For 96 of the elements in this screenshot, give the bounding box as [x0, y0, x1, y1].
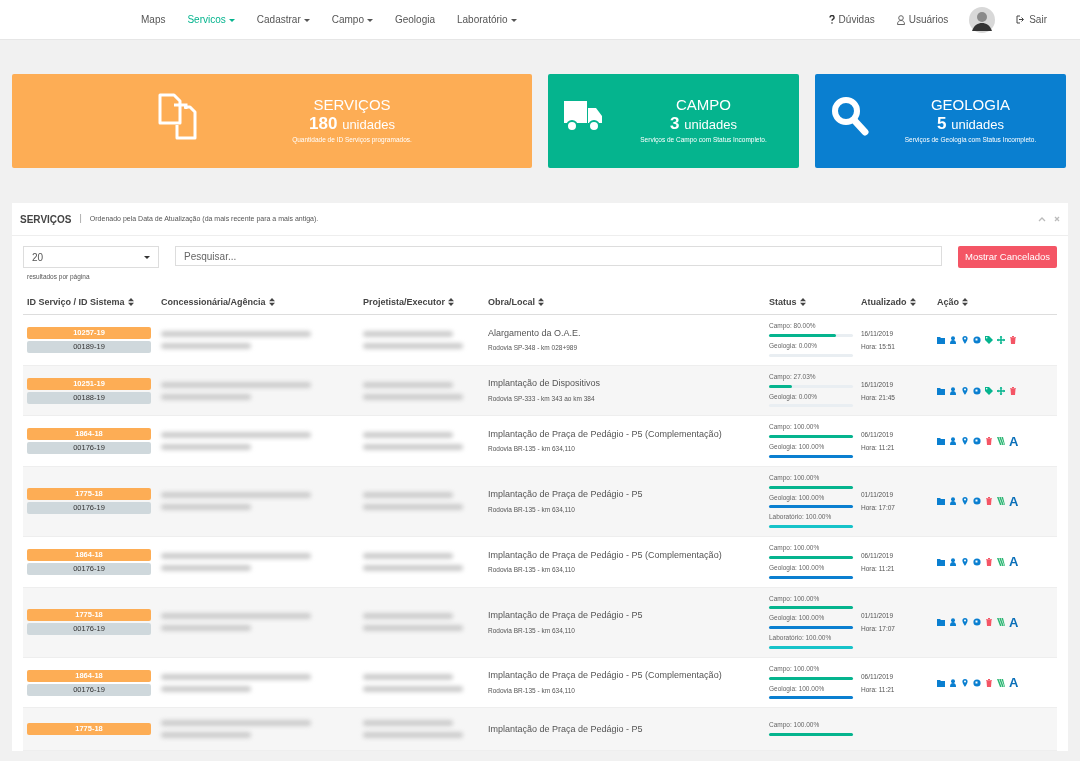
- user-icon[interactable]: [949, 386, 957, 395]
- column-header[interactable]: Projetista/Executor: [359, 287, 484, 315]
- work-title: Alargamento da O.A.E.: [488, 326, 582, 340]
- nav-link[interactable]: Usuários: [885, 12, 960, 27]
- truck-icon: [564, 99, 602, 133]
- stat-title: GEOLOGIA: [929, 96, 1012, 114]
- trash-icon[interactable]: [1009, 336, 1017, 344]
- move-icon[interactable]: [997, 336, 1005, 344]
- folder-icon[interactable]: [937, 618, 945, 627]
- folder-icon[interactable]: [937, 497, 945, 506]
- sort-icon: [268, 297, 275, 306]
- user-icon[interactable]: [949, 437, 957, 445]
- trash-icon[interactable]: [985, 497, 993, 506]
- user-icon[interactable]: [949, 336, 957, 344]
- map-pin-icon[interactable]: [961, 557, 969, 566]
- logout-icon: [1016, 15, 1026, 24]
- folder-icon[interactable]: [937, 678, 945, 687]
- map-pin-icon[interactable]: [961, 386, 969, 395]
- map-pin-icon[interactable]: [961, 336, 969, 344]
- search-icon: [831, 96, 869, 136]
- column-header[interactable]: ID Serviço / ID Sistema: [23, 287, 157, 315]
- stat-count: 5 unidades: [936, 113, 1005, 136]
- work-title: Implantação de Praça de Pedágio - P5 (Complementação): [488, 669, 723, 683]
- globe-icon[interactable]: [973, 336, 981, 344]
- work-title: Implantação de Praça de Pedágio - P5 (Complementação): [488, 427, 723, 441]
- column-header[interactable]: Atualizado: [857, 287, 933, 315]
- avatar[interactable]: [969, 6, 996, 33]
- letter-icon[interactable]: A: [1009, 555, 1019, 569]
- map-pin-icon[interactable]: [961, 678, 969, 687]
- work-title: Implantação de Dispositivos: [488, 377, 602, 391]
- stripes-icon[interactable]: [997, 618, 1005, 627]
- folder-icon[interactable]: [937, 386, 945, 395]
- trash-icon[interactable]: [1009, 386, 1017, 395]
- column-header[interactable]: Ação: [933, 287, 1057, 315]
- nav-link[interactable]: Dúvidas: [817, 12, 886, 27]
- stripes-icon[interactable]: [997, 678, 1005, 687]
- trash-icon[interactable]: [985, 618, 993, 627]
- work-title: Implantação de Praça de Pedágio - P5 (Complementação): [488, 548, 723, 562]
- letter-icon[interactable]: A: [1009, 494, 1019, 508]
- trash-icon[interactable]: [985, 678, 993, 687]
- documents-icon: [157, 92, 197, 140]
- column-header[interactable]: Obra/Local: [484, 287, 765, 315]
- map-pin-icon[interactable]: [961, 437, 969, 445]
- stat-count: 3 unidades: [669, 113, 738, 136]
- trash-icon[interactable]: [985, 557, 993, 566]
- tag-icon[interactable]: [985, 336, 993, 344]
- map-pin-icon[interactable]: [961, 497, 969, 506]
- work-title: Implantação de Praça de Pedágio - P5: [488, 609, 644, 622]
- globe-icon[interactable]: [973, 678, 981, 687]
- trash-icon[interactable]: [985, 437, 993, 445]
- user-icon[interactable]: [949, 557, 957, 566]
- move-icon[interactable]: [997, 386, 1005, 395]
- sort-icon: [448, 297, 455, 306]
- folder-icon[interactable]: [937, 336, 945, 344]
- column-header[interactable]: Status: [765, 287, 857, 315]
- work-title: Implantação de Praça de Pedágio - P5: [488, 488, 644, 502]
- globe-icon[interactable]: [973, 437, 981, 445]
- nav-link[interactable]: Cadastrar: [245, 12, 321, 27]
- nav-link[interactable]: Geologia: [383, 12, 446, 27]
- tag-icon[interactable]: [985, 386, 993, 395]
- folder-icon[interactable]: [937, 557, 945, 566]
- sort-icon: [538, 297, 544, 306]
- globe-icon[interactable]: [973, 386, 981, 395]
- letter-icon[interactable]: A: [1009, 676, 1019, 689]
- letter-icon[interactable]: A: [1009, 434, 1019, 448]
- stat-count: 180 unidades: [308, 113, 396, 136]
- stripes-icon[interactable]: [997, 497, 1005, 506]
- letter-icon[interactable]: A: [1009, 615, 1019, 629]
- stripes-icon[interactable]: [997, 437, 1005, 445]
- sort-icon: [127, 297, 134, 306]
- panel-title: SERVIÇOS: [20, 212, 72, 227]
- stripes-icon[interactable]: [997, 557, 1005, 566]
- sort-icon: [962, 297, 968, 306]
- globe-icon[interactable]: [973, 618, 981, 627]
- help-icon: [828, 15, 835, 24]
- nav-link[interactable]: Campo: [320, 12, 384, 27]
- globe-icon[interactable]: [973, 557, 981, 566]
- user-icon[interactable]: [949, 678, 957, 687]
- user-icon: [896, 14, 905, 25]
- sort-icon: [909, 297, 916, 306]
- folder-icon[interactable]: [937, 437, 945, 445]
- stat-title: CAMPO: [675, 96, 732, 114]
- search-field[interactable]: Pesquisar...: [175, 246, 942, 266]
- page-size-select[interactable]: 20: [23, 246, 159, 268]
- stat-title: SERVIÇOS: [312, 96, 392, 114]
- nav-link[interactable]: Sair: [1005, 12, 1058, 27]
- user-icon[interactable]: [949, 497, 957, 506]
- user-icon[interactable]: [949, 618, 957, 627]
- map-pin-icon[interactable]: [961, 618, 969, 627]
- column-header[interactable]: Concessionária/Agência: [157, 287, 359, 315]
- separator: |: [79, 212, 82, 226]
- nav-link[interactable]: Laboratório: [446, 12, 528, 27]
- nav-link[interactable]: Maps: [130, 12, 177, 27]
- globe-icon[interactable]: [973, 497, 981, 506]
- sort-icon: [799, 297, 806, 306]
- work-title: Implantação de Praça de Pedágio - P5: [488, 722, 644, 736]
